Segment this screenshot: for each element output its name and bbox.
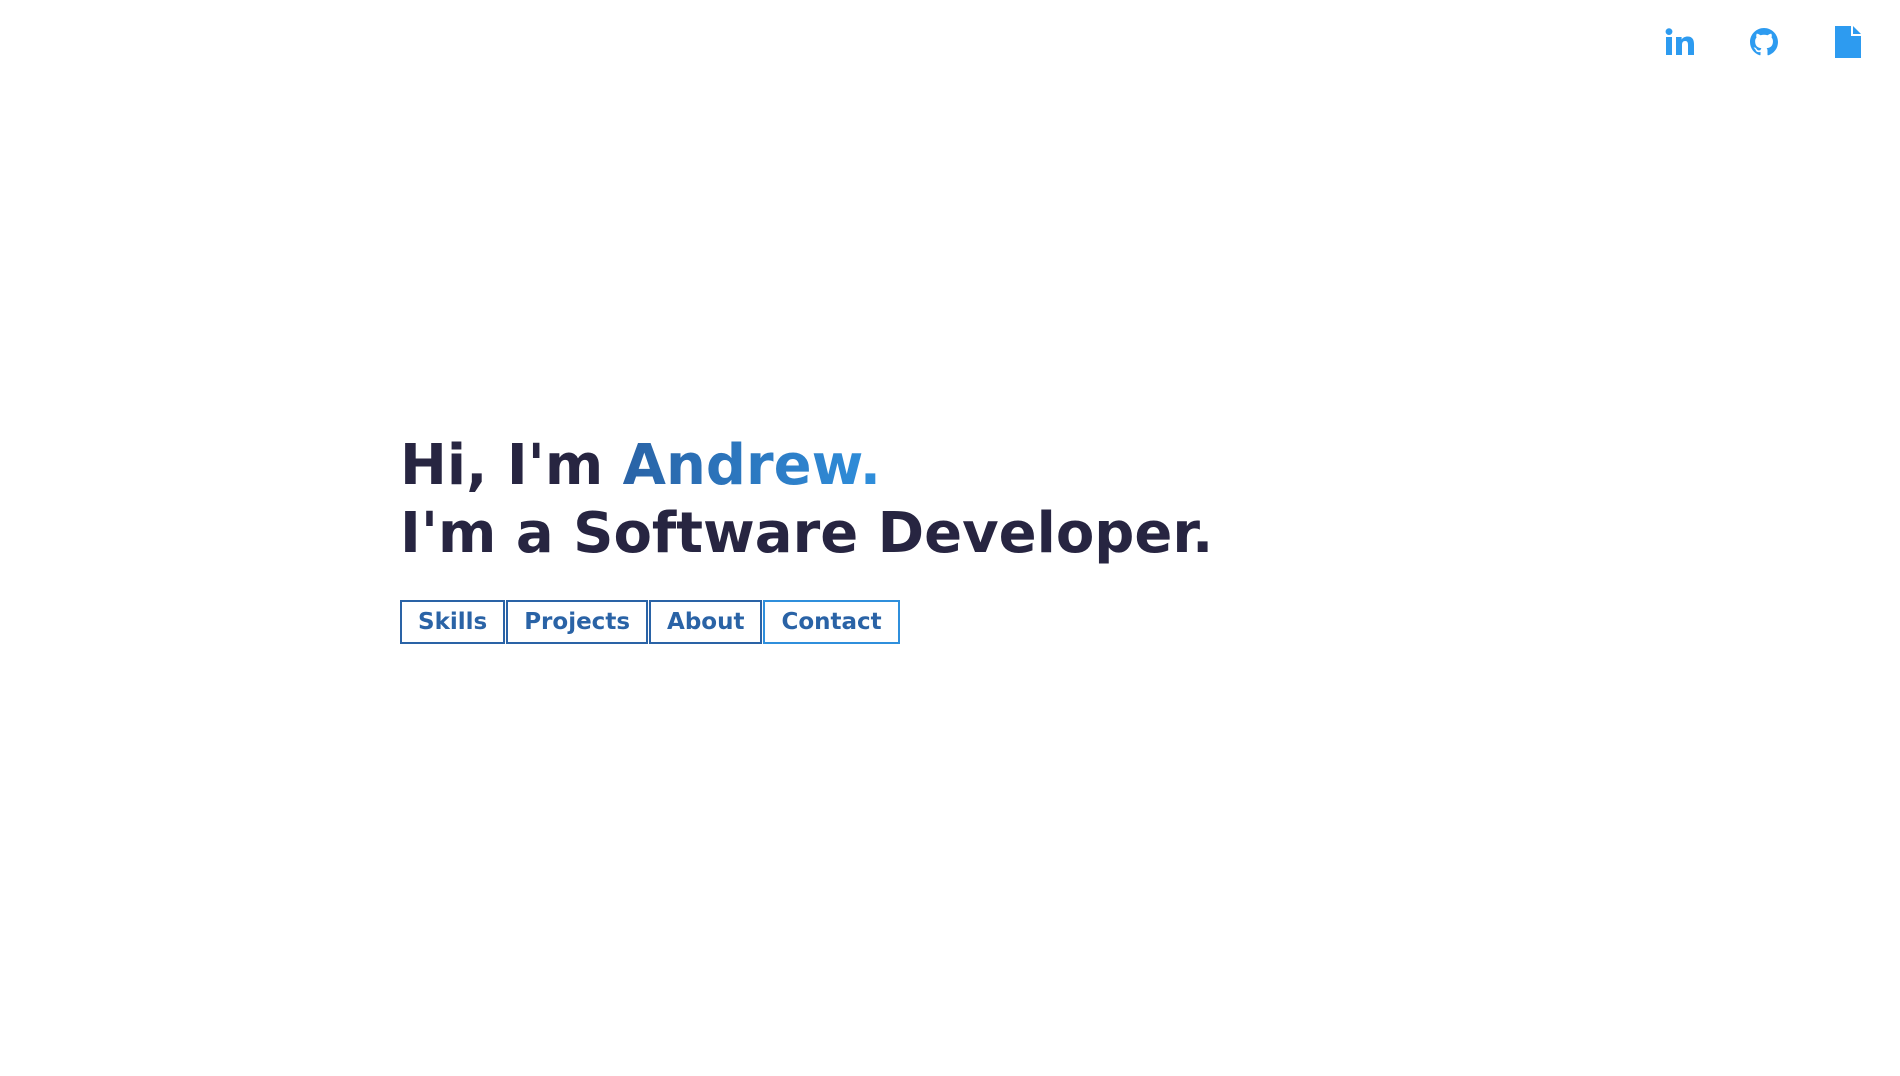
github-icon bbox=[1750, 28, 1778, 56]
social-links bbox=[1638, 22, 1890, 62]
hero-name: Andrew. bbox=[622, 433, 881, 498]
section-nav: Skills Projects About Contact bbox=[400, 600, 900, 644]
github-link[interactable] bbox=[1722, 22, 1806, 62]
greeting-prefix: Hi, I'm bbox=[400, 433, 623, 498]
hero: Hi, I'm Andrew. I'm a Software Developer… bbox=[400, 432, 1213, 568]
skills-button[interactable]: Skills bbox=[400, 600, 506, 644]
linkedin-icon bbox=[1665, 28, 1695, 56]
about-button[interactable]: About bbox=[649, 600, 763, 644]
linkedin-link[interactable] bbox=[1638, 22, 1722, 62]
contact-button[interactable]: Contact bbox=[763, 600, 900, 644]
tagline-heading: I'm a Software Developer. bbox=[400, 501, 1214, 566]
document-icon bbox=[1835, 26, 1861, 58]
resume-link[interactable] bbox=[1806, 22, 1890, 62]
projects-button[interactable]: Projects bbox=[506, 600, 649, 644]
greeting-heading: Hi, I'm Andrew. bbox=[400, 432, 1213, 500]
